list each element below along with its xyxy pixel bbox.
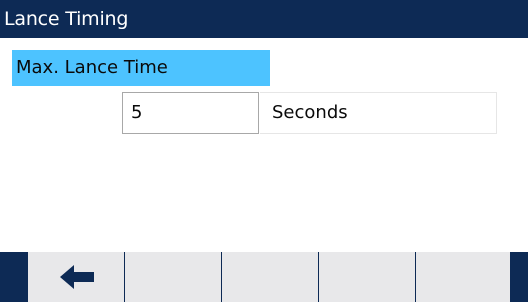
max-lance-time-input[interactable]: 5	[122, 92, 259, 134]
max-lance-time-label[interactable]: Max. Lance Time	[12, 50, 270, 86]
softkey-bar	[0, 252, 528, 302]
page-title: Lance Timing	[0, 0, 528, 38]
softkey-4[interactable]	[318, 252, 415, 302]
softkey-5[interactable]	[415, 252, 511, 302]
softkey-3[interactable]	[221, 252, 318, 302]
softkey-2[interactable]	[124, 252, 221, 302]
arrow-left-icon	[60, 265, 94, 289]
back-softkey[interactable]	[27, 252, 124, 302]
unit-label: Seconds	[260, 92, 497, 134]
